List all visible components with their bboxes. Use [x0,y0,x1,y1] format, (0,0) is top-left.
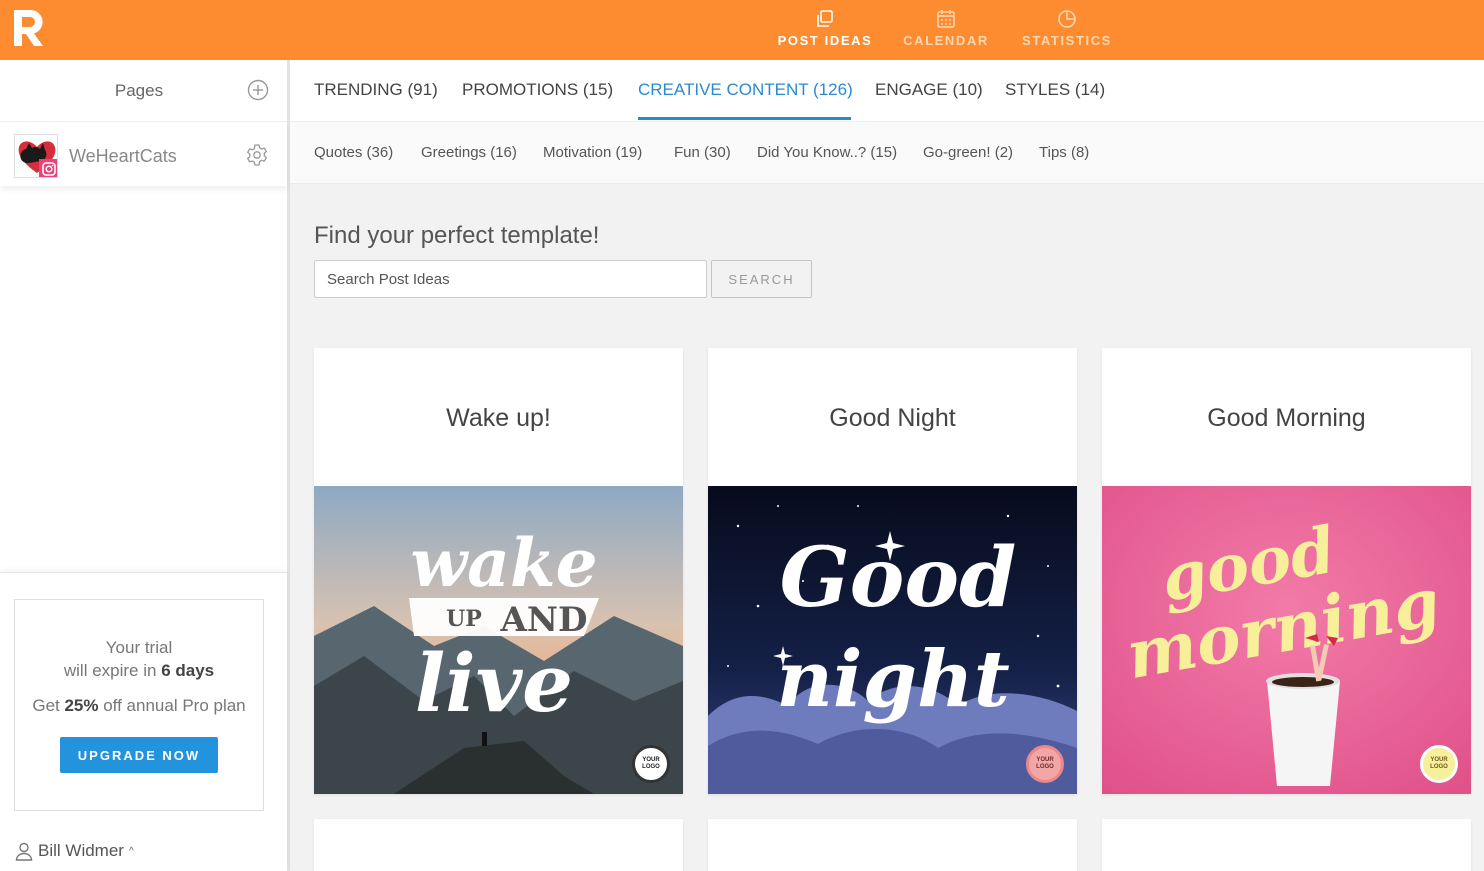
app-logo[interactable] [11,8,49,48]
your-logo-badge: YOUR LOGO [632,745,670,783]
trial-panel: Your trial will expire in 6 days Get 25%… [0,572,287,871]
user-name: Bill Widmer [38,841,124,860]
subtab-fun[interactable]: Fun (30) [674,144,731,161]
trial-offer-prefix: Get [32,696,65,715]
badge-line-2: LOGO [1430,764,1448,770]
subtab-did-you-know[interactable]: Did You Know..? (15) [757,144,897,161]
trial-line-1: Your trial [105,638,173,657]
trial-box: Your trial will expire in 6 days Get 25%… [14,599,264,811]
tab-styles[interactable]: STYLES (14) [1005,80,1105,100]
nav-post-ideas[interactable]: POST IDEAS [764,0,886,60]
pages-header: Pages [0,60,287,122]
nav-calendar-label: CALENDAR [903,33,989,48]
search-input[interactable] [314,260,707,298]
category-tabs: TRENDING (91) PROMOTIONS (15) CREATIVE C… [290,60,1484,122]
subcategory-tabs: Quotes (36) Greetings (16) Motivation (1… [290,122,1484,184]
card-title: Good Night [829,404,956,432]
badge-line-2: LOGO [1036,764,1054,770]
wake-up-image: wake UP AND live [314,486,683,794]
your-logo-badge: YOUR LOGO [1026,745,1064,783]
active-tab-indicator [638,117,851,120]
add-page-icon[interactable] [247,79,269,101]
top-bar: POST IDEAS CALENDAR STATISTICS [0,0,1484,60]
search-button[interactable]: SEARCH [711,260,812,298]
badge-line-2: LOGO [642,764,660,770]
trial-line-3: Get 25% off annual Pro plan [15,696,263,716]
copy-icon [817,10,833,27]
badge-line-1: YOUR [1430,757,1448,763]
trial-days: 6 days [161,661,215,680]
template-card-good-night[interactable]: Good Night Good night YOUR LOGO [708,348,1077,794]
trial-offer-suffix: off annual Pro plan [98,696,246,715]
card-title: Wake up! [446,404,551,432]
nav-statistics-label: STATISTICS [1022,33,1112,48]
pie-chart-icon [1058,10,1076,28]
card-image: good morning YOUR LOGO [1102,486,1471,794]
sidebar: Pages WeHeartCats Your trial will expire… [0,60,290,871]
badge-line-1: YOUR [1036,757,1054,763]
pages-title: Pages [114,81,164,100]
template-card[interactable] [708,819,1077,871]
trial-discount: 25% [64,696,99,715]
search-heading: Find your perfect template! [314,222,600,249]
tab-trending[interactable]: TRENDING (91) [314,80,438,100]
image-word-night: night [776,634,1010,725]
template-card[interactable] [1102,819,1471,871]
heart-cat-image [18,141,57,177]
card-image: wake UP AND live YOUR LOGO [314,486,683,794]
trial-line-2: will expire in 6 days [15,661,263,681]
main-nav: POST IDEAS CALENDAR STATISTICS [764,0,1128,60]
nav-post-ideas-label: POST IDEAS [777,33,873,48]
card-title: Good Morning [1207,404,1366,432]
subtab-motivation[interactable]: Motivation (19) [543,144,642,161]
image-word-up: UP [446,606,482,632]
trial-expire-text: will expire in [63,661,162,680]
template-card-wake-up[interactable]: Wake up! wake UP AND live YOUR LOGO [314,348,683,794]
template-card[interactable] [314,819,683,871]
tab-promotions[interactable]: PROMOTIONS (15) [462,80,613,100]
image-word-good: Good [780,530,1017,626]
image-word-and: AND [500,600,588,640]
good-morning-image: good morning [1102,486,1471,794]
tab-creative-content[interactable]: CREATIVE CONTENT (126) [638,80,853,100]
calendar-icon [937,10,955,28]
chevron-up-icon: ^ [128,845,134,857]
card-image: Good night YOUR LOGO [708,486,1077,794]
page-name: WeHeartCats [69,146,177,166]
good-night-image: Good night [708,486,1077,794]
page-item-weheartcats[interactable]: WeHeartCats [0,122,287,186]
tab-engage[interactable]: ENGAGE (10) [875,80,983,100]
your-logo-badge: YOUR LOGO [1420,745,1458,783]
badge-line-1: YOUR [642,757,660,763]
page-avatar [14,134,58,178]
user-icon [15,842,33,861]
nav-statistics[interactable]: STATISTICS [1006,0,1128,60]
image-word-live: live [415,636,573,730]
user-menu[interactable]: Bill Widmer ^ [14,841,134,861]
nav-calendar[interactable]: CALENDAR [890,0,1002,60]
subtab-quotes[interactable]: Quotes (36) [314,144,393,161]
upgrade-now-button[interactable]: UPGRADE NOW [60,737,218,773]
image-word-wake: wake [410,524,597,602]
gear-icon[interactable] [245,143,269,167]
subtab-go-green[interactable]: Go-green! (2) [923,144,1013,161]
subtab-tips[interactable]: Tips (8) [1039,144,1089,161]
template-card-good-morning[interactable]: Good Morning good morning YOUR LOGO [1102,348,1471,794]
subtab-greetings[interactable]: Greetings (16) [421,144,517,161]
